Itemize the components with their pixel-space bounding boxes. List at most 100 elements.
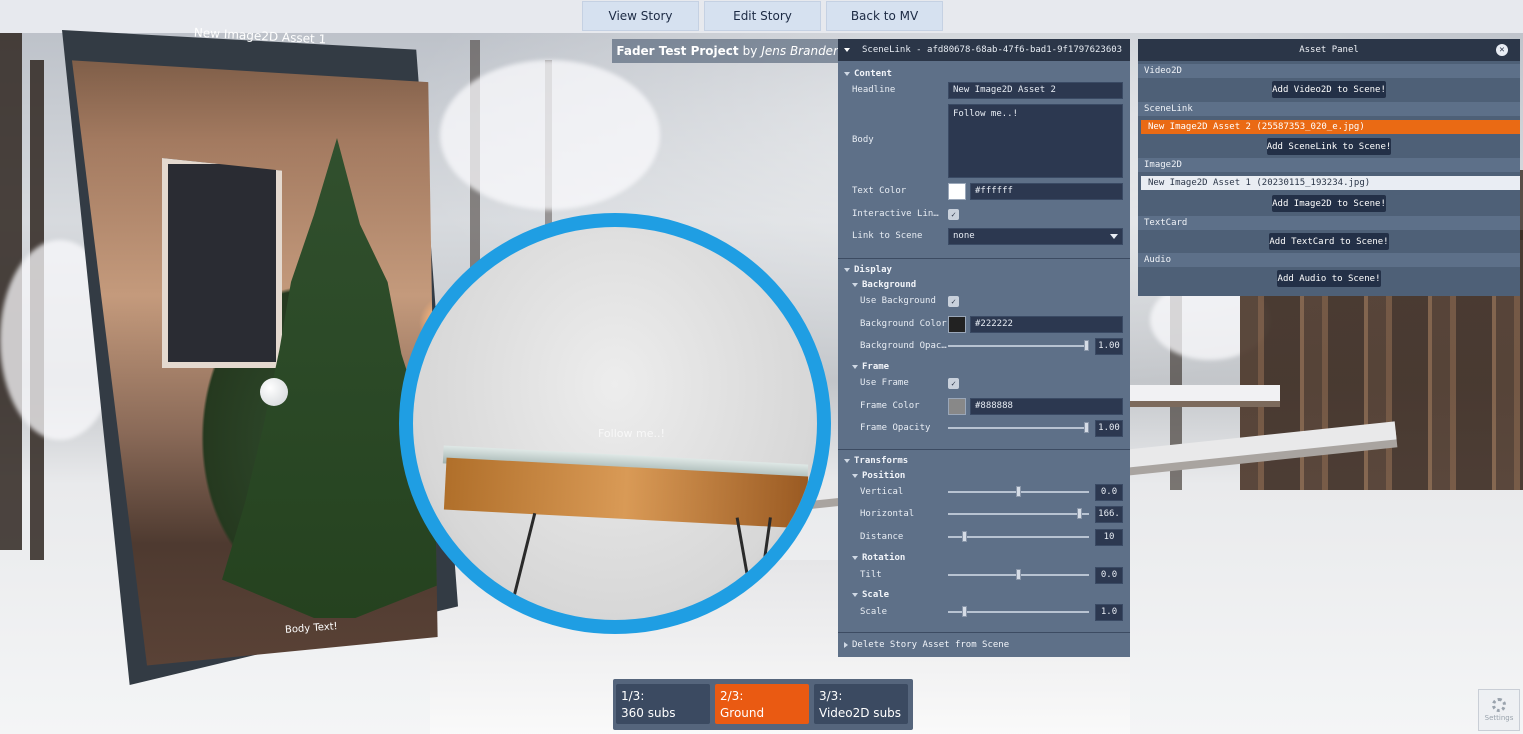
add-image2d-button[interactable]: Add Image2D to Scene! [1272,195,1386,212]
slider-handle[interactable] [1016,569,1021,580]
asset-panel-header: Asset Panel ✕ [1138,39,1520,61]
vertical-slider[interactable] [948,486,1089,497]
link-to-scene-value: none [953,231,975,241]
background-opacity-label: Background Opaci… [860,341,952,351]
snowy-bench [1130,385,1280,407]
scenelink-body-text: Follow me..! [598,427,665,440]
section-frame[interactable]: Frame [852,362,889,372]
text-color-input[interactable]: #ffffff [970,182,1123,200]
tab-number: 3/3: [819,689,843,703]
section-display[interactable]: Display [844,265,892,275]
chevron-down-icon [852,364,858,369]
frame-opacity-label: Frame Opacity [860,423,931,433]
scale-value[interactable]: 1.0 [1095,603,1123,621]
tab-360-subs[interactable]: 1/3: 360 subs [616,684,710,724]
body-label: Body [852,135,874,145]
tilt-label: Tilt [860,570,882,580]
project-name: Fader Test Project [616,44,739,58]
close-icon[interactable]: ✕ [1496,44,1508,56]
horizontal-value[interactable]: 166. [1095,505,1123,523]
section-content[interactable]: Content [844,69,892,79]
section-background[interactable]: Background [852,280,916,290]
distance-slider[interactable] [948,531,1089,542]
project-title: Fader Test Project by Jens Brander [612,39,840,63]
inspector-panel: SceneLink - afd80678-68ab-47f6-bad1-9f17… [838,39,1130,657]
link-to-scene-select[interactable]: none [948,227,1123,245]
asset-panel: Asset Panel ✕ Video2D Add Video2D to Sce… [1138,39,1520,296]
distance-label: Distance [860,532,904,542]
link-to-scene-label: Link to Scene [852,231,923,241]
slider-handle[interactable] [961,531,967,542]
slider-handle[interactable] [961,606,967,617]
tab-number: 1/3: [621,689,645,703]
frame-opacity-value[interactable]: 1.00 [1095,419,1123,437]
section-position[interactable]: Position [852,471,905,481]
use-frame-checkbox[interactable]: ✓ [948,378,959,389]
scenelink-list-item[interactable]: New Image2D Asset 2 (25587353_020_e.jpg) [1141,120,1520,134]
tab-number: 2/3: [720,689,744,703]
horizontal-slider[interactable] [948,508,1089,519]
chevron-down-icon [844,267,850,272]
headline-input[interactable]: New Image2D Asset 2 [948,81,1123,99]
photo-window [162,158,282,368]
inspector-header[interactable]: SceneLink - afd80678-68ab-47f6-bad1-9f17… [838,39,1130,61]
tilt-value[interactable]: 0.0 [1095,566,1123,584]
text-color-swatch[interactable] [948,183,966,200]
frame-opacity-slider[interactable] [948,422,1089,433]
frame-color-input[interactable]: #888888 [970,397,1123,415]
background-color-input[interactable]: #222222 [970,315,1123,333]
collapse-icon[interactable] [844,48,850,52]
divider [838,632,1130,633]
tab-label: 360 subs [621,706,676,720]
delete-story-asset-button[interactable]: Delete Story Asset from Scene [844,640,1009,650]
tilt-slider[interactable] [948,569,1089,580]
image2d-list-item[interactable]: New Image2D Asset 1 (20230115_193234.jpg… [1141,176,1520,190]
slider-handle[interactable] [1077,508,1083,519]
section-rotation[interactable]: Rotation [852,553,905,563]
chevron-down-icon [852,282,858,287]
dropdown-arrow-icon [1110,233,1118,239]
frame-color-swatch[interactable] [948,398,966,415]
interactive-link-checkbox[interactable]: ✓ [948,209,959,220]
category-audio: Audio [1138,253,1520,267]
scale-slider[interactable] [948,606,1089,617]
interactive-link-label: Interactive Link … [852,209,944,219]
back-to-mv-button[interactable]: Back to MV [826,1,943,31]
settings-button[interactable]: Settings [1478,689,1520,731]
snow-branches [440,60,660,210]
scene-tabs: 1/3: 360 subs 2/3: Ground 3/3: Video2D s… [613,679,913,730]
gear-icon [1492,698,1506,712]
background-opacity-slider[interactable] [948,340,1089,351]
edit-story-button[interactable]: Edit Story [704,1,821,31]
slider-handle[interactable] [1084,340,1089,351]
tab-video2d-subs[interactable]: 3/3: Video2D subs [814,684,908,724]
scenelink-circle[interactable]: Follow me..! [399,213,831,634]
add-audio-button[interactable]: Add Audio to Scene! [1277,270,1381,287]
add-video2d-button[interactable]: Add Video2D to Scene! [1272,81,1386,98]
body-textarea[interactable]: Follow me..! [948,104,1123,178]
chevron-down-icon [844,458,850,463]
project-author: Jens Brander [761,44,838,58]
add-textcard-button[interactable]: Add TextCard to Scene! [1269,233,1389,250]
slider-handle[interactable] [1016,486,1021,497]
section-scale[interactable]: Scale [852,590,889,600]
view-story-button[interactable]: View Story [582,1,699,31]
background-color-swatch[interactable] [948,316,966,333]
vertical-label: Vertical [860,487,904,497]
vertical-value[interactable]: 0.0 [1095,483,1123,501]
use-frame-label: Use Frame [860,378,909,388]
distance-value[interactable]: 10 [1095,528,1123,546]
inspector-title: SceneLink - afd80678-68ab-47f6-bad1-9f17… [862,45,1123,55]
asset-panel-title: Asset Panel [1299,45,1359,55]
background-opacity-value[interactable]: 1.00 [1095,337,1123,355]
use-background-checkbox[interactable]: ✓ [948,296,959,307]
tab-ground[interactable]: 2/3: Ground [715,684,809,724]
slider-handle[interactable] [1084,422,1089,433]
frame-color-label: Frame Color [860,401,920,411]
category-scenelink: SceneLink [1138,102,1520,116]
tab-label: Video2D subs [819,706,902,720]
add-scenelink-button[interactable]: Add SceneLink to Scene! [1267,138,1391,155]
chevron-down-icon [852,555,858,560]
section-transforms[interactable]: Transforms [844,456,908,466]
photo-table-leg [512,512,537,597]
